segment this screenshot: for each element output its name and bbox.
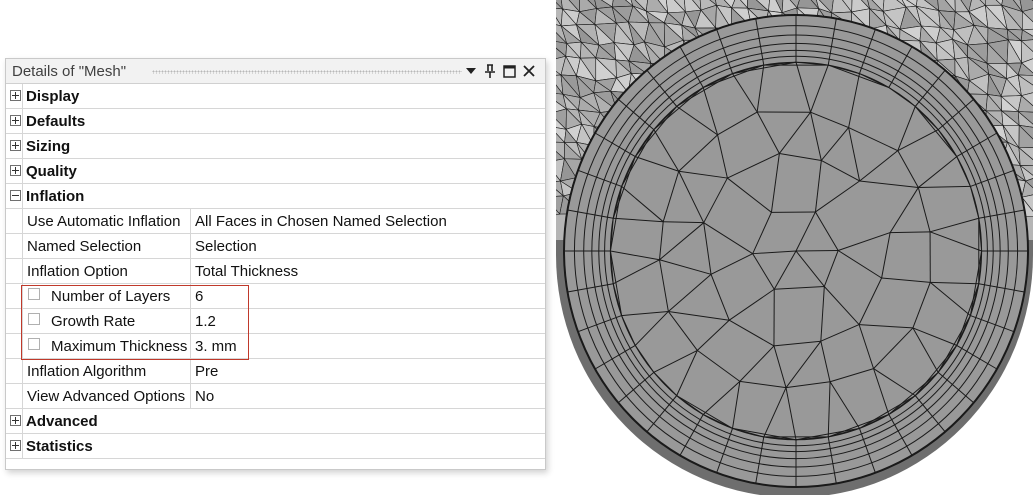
category-display[interactable]: Display bbox=[6, 84, 545, 109]
prop-value[interactable]: Total Thickness bbox=[195, 263, 298, 280]
prop-inflation-algorithm[interactable]: Inflation Algorithm Pre bbox=[6, 359, 545, 384]
category-quality[interactable]: Quality bbox=[6, 159, 545, 184]
maximize-icon[interactable] bbox=[500, 62, 518, 80]
mesh-view bbox=[556, 0, 1033, 495]
category-advanced[interactable]: Advanced bbox=[6, 409, 545, 434]
category-statistics[interactable]: Statistics bbox=[6, 434, 545, 459]
prop-value[interactable]: No bbox=[195, 388, 214, 405]
expand-icon[interactable] bbox=[10, 165, 21, 176]
collapse-icon[interactable] bbox=[10, 190, 21, 201]
prop-name: Inflation Algorithm bbox=[27, 363, 147, 380]
prop-value[interactable]: All Faces in Chosen Named Selection bbox=[195, 213, 447, 230]
prop-number-of-layers[interactable]: Number of Layers 6 bbox=[6, 284, 545, 309]
category-label: Display bbox=[26, 88, 80, 105]
prop-value[interactable]: 6 bbox=[195, 288, 203, 305]
expand-icon[interactable] bbox=[10, 115, 21, 126]
category-label: Inflation bbox=[26, 188, 85, 205]
prop-value[interactable]: 1.2 bbox=[195, 313, 216, 330]
prop-inflation-option[interactable]: Inflation Option Total Thickness bbox=[6, 259, 545, 284]
prop-value[interactable]: Selection bbox=[195, 238, 257, 255]
category-label: Advanced bbox=[26, 413, 98, 430]
expand-icon[interactable] bbox=[10, 440, 21, 451]
category-defaults[interactable]: Defaults bbox=[6, 109, 545, 134]
prop-growth-rate[interactable]: Growth Rate 1.2 bbox=[6, 309, 545, 334]
category-inflation[interactable]: Inflation bbox=[6, 184, 545, 209]
pin-icon[interactable] bbox=[481, 62, 499, 80]
prop-name: Named Selection bbox=[27, 238, 142, 255]
details-panel: Details of "Mesh" Display Defaults Sizin… bbox=[5, 58, 546, 470]
details-titlebar[interactable]: Details of "Mesh" bbox=[6, 59, 545, 84]
prop-name: View Advanced Options bbox=[27, 388, 186, 405]
drag-grip[interactable] bbox=[152, 70, 462, 74]
category-label: Sizing bbox=[26, 138, 71, 155]
prop-maximum-thickness[interactable]: Maximum Thickness 3. mm bbox=[6, 334, 545, 359]
details-title: Details of "Mesh" bbox=[12, 63, 127, 80]
close-icon[interactable] bbox=[520, 62, 538, 80]
prop-name: Use Automatic Inflation bbox=[27, 213, 181, 230]
prop-name: Maximum Thickness bbox=[51, 338, 188, 355]
expand-icon[interactable] bbox=[10, 90, 21, 101]
prop-value[interactable]: Pre bbox=[195, 363, 218, 380]
parameter-checkbox[interactable] bbox=[28, 338, 40, 350]
property-grid: Display Defaults Sizing Quality Inflatio… bbox=[6, 84, 545, 459]
dropdown-icon[interactable] bbox=[462, 62, 480, 80]
prop-use-automatic-inflation[interactable]: Use Automatic Inflation All Faces in Cho… bbox=[6, 209, 545, 234]
prop-name: Growth Rate bbox=[51, 313, 136, 330]
category-sizing[interactable]: Sizing bbox=[6, 134, 545, 159]
prop-name: Number of Layers bbox=[51, 288, 171, 305]
expand-icon[interactable] bbox=[10, 415, 21, 426]
parameter-checkbox[interactable] bbox=[28, 313, 40, 325]
graphics-viewport[interactable] bbox=[556, 0, 1033, 495]
category-label: Defaults bbox=[26, 113, 86, 130]
prop-view-advanced-options[interactable]: View Advanced Options No bbox=[6, 384, 545, 409]
prop-named-selection[interactable]: Named Selection Selection bbox=[6, 234, 545, 259]
prop-value[interactable]: 3. mm bbox=[195, 338, 237, 355]
category-label: Quality bbox=[26, 163, 77, 180]
expand-icon[interactable] bbox=[10, 140, 21, 151]
prop-name: Inflation Option bbox=[27, 263, 128, 280]
category-label: Statistics bbox=[26, 438, 93, 455]
parameter-checkbox[interactable] bbox=[28, 288, 40, 300]
